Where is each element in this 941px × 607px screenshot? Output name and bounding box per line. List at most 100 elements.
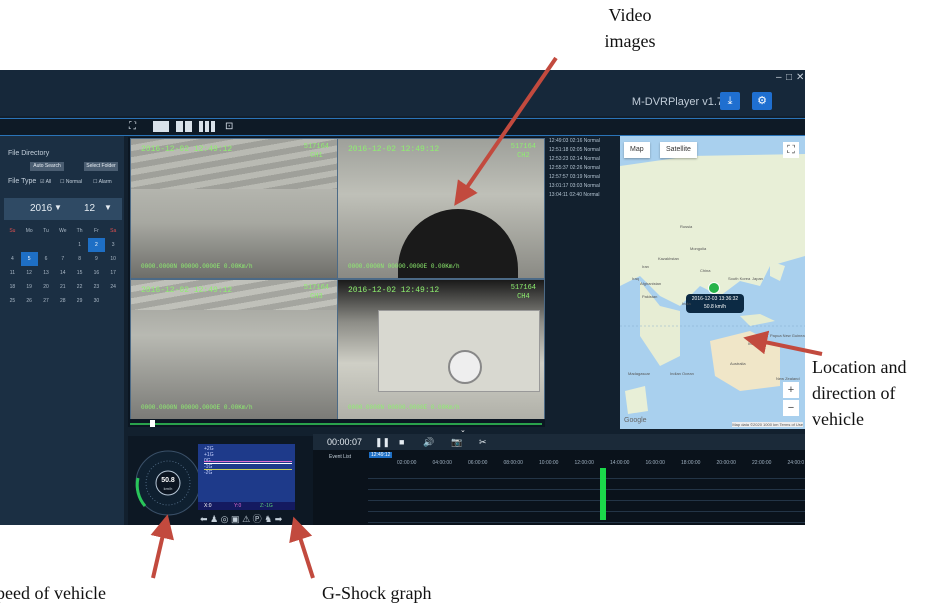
event-item[interactable]: 13:01:17 03:03 Normal xyxy=(547,182,617,191)
month-value[interactable]: 12 xyxy=(84,203,95,214)
calendar-day[interactable]: 22 xyxy=(71,280,88,294)
collapse-chevron-icon[interactable]: ⌄ xyxy=(460,426,466,434)
event-item[interactable]: 13:04:11 02:40 Normal xyxy=(547,191,617,200)
calendar-day[interactable]: 30 xyxy=(88,294,105,308)
tab-map[interactable]: Map xyxy=(624,142,650,158)
gshock-line-x xyxy=(204,461,292,462)
map-footer: Map data ©2020 1000 km Terms of Use xyxy=(732,422,803,427)
parking-icon: Ⓟ xyxy=(252,514,262,524)
map-place-label: Russia xyxy=(680,224,693,229)
camera-gps-readout: 0000.0000N 00000.0000E 0.00Km/h xyxy=(348,263,460,270)
zoom-in-button[interactable]: + xyxy=(783,382,799,398)
right-turn-icon: ➡ xyxy=(274,514,283,524)
event-item[interactable]: 12:57:57 03:19 Normal xyxy=(547,173,617,182)
calendar-day[interactable]: 27 xyxy=(38,294,55,308)
map-place-label: Kazakhstan xyxy=(658,256,679,261)
calendar-day[interactable]: 13 xyxy=(38,266,55,280)
checkbox-all[interactable]: ☑ All xyxy=(40,179,51,185)
map-view[interactable]: Map Satellite ⛶ 2016-12-03 13:36:32 50.8… xyxy=(620,136,805,429)
event-item[interactable]: 12:55:37 02:26 Normal xyxy=(547,164,617,173)
map-place-label: Indonesia xyxy=(748,341,766,346)
maximize-button[interactable]: □ xyxy=(786,72,792,83)
year-dropdown-icon[interactable]: ▼ xyxy=(54,203,62,212)
vehicle-marker[interactable] xyxy=(708,282,720,294)
screen-icon[interactable]: ⊡ xyxy=(225,121,233,132)
camera-icon[interactable]: 📷 xyxy=(451,434,462,450)
camera-gps-readout: 0000.0000N 00000.0000E 0.00Km/h xyxy=(141,404,253,411)
calendar-day[interactable]: 2 xyxy=(87,238,105,252)
current-time-label: 12:49:12 xyxy=(369,452,393,458)
timeline-tick: 24:00:0 xyxy=(787,460,805,466)
volume-icon[interactable]: 🔊 xyxy=(423,434,434,450)
timeline-tick: 06:00:00 xyxy=(468,460,488,466)
camera-channel-id: 517164 CH4 xyxy=(510,284,536,301)
calendar-day[interactable]: 8 xyxy=(71,252,88,266)
calendar-day[interactable]: 11 xyxy=(4,266,21,280)
seek-handle[interactable] xyxy=(150,420,155,427)
calendar-day[interactable]: 7 xyxy=(54,252,71,266)
calendar-day[interactable]: 29 xyxy=(71,294,88,308)
event-item[interactable]: 12:49:03 02:16 Normal xyxy=(547,137,617,146)
calendar-day[interactable]: 1 xyxy=(71,238,88,252)
calendar-day[interactable]: 10 xyxy=(105,252,122,266)
weekday-label: Fr xyxy=(94,228,99,234)
calendar-day[interactable]: 4 xyxy=(4,252,21,266)
select-folder-button[interactable]: Select Folder xyxy=(84,162,118,171)
year-value[interactable]: 2016 xyxy=(30,203,52,214)
calendar-day[interactable]: 26 xyxy=(21,294,38,308)
scissors-icon[interactable]: ✂ xyxy=(479,434,487,450)
calendar-day[interactable]: 6 xyxy=(38,252,55,266)
minimize-button[interactable]: – xyxy=(776,72,782,83)
calendar-day[interactable]: 16 xyxy=(88,266,105,280)
calendar-day[interactable]: 9 xyxy=(88,252,105,266)
month-dropdown-icon[interactable]: ▼ xyxy=(104,203,112,212)
calendar-day[interactable]: 24 xyxy=(105,280,122,294)
calendar-day[interactable]: 5 xyxy=(20,252,38,266)
quad-view-icon[interactable] xyxy=(176,121,192,132)
calendar-day[interactable]: 25 xyxy=(4,294,21,308)
calendar-day[interactable]: 18 xyxy=(4,280,21,294)
map-place-label: Afghanistan xyxy=(640,281,662,286)
event-item[interactable]: 12:51:18 02:05 Normal xyxy=(547,146,617,155)
gear-icon[interactable]: ⚙ xyxy=(752,92,772,110)
auto-search-button[interactable]: Auto Search xyxy=(30,162,64,171)
event-timeline: Event List 12:49:12 02:00:00 04:00:00 06:0… xyxy=(313,450,805,525)
tab-satellite[interactable]: Satellite xyxy=(660,142,697,158)
single-view-icon[interactable] xyxy=(153,121,169,132)
calendar-day[interactable]: 14 xyxy=(54,266,71,280)
calendar-day[interactable]: 28 xyxy=(54,294,71,308)
nine-view-icon[interactable] xyxy=(199,121,215,132)
pause-icon[interactable]: ❚❚ xyxy=(375,434,390,450)
calendar-day[interactable]: 12 xyxy=(21,266,38,280)
calendar-day[interactable]: 3 xyxy=(105,238,122,252)
seek-bar[interactable] xyxy=(128,419,545,427)
calendar: Su Mo Tu We Th Fr Sa 1 2 3 4 5 6 7 8 9 10 11 12 13 14 15 16 17 1… xyxy=(4,224,122,308)
checkbox-normal[interactable]: ☐ Normal xyxy=(60,179,82,185)
calendar-day[interactable]: 20 xyxy=(38,280,55,294)
calendar-day[interactable]: 17 xyxy=(105,266,122,280)
brake-icon: ◎ xyxy=(220,514,229,524)
camera-view-4[interactable]: 2016-12-02 12:49:12 517164 CH4 0000.0000… xyxy=(337,279,545,420)
fullscreen-icon[interactable]: ⛶ xyxy=(129,121,136,132)
calendar-day[interactable]: 19 xyxy=(21,280,38,294)
timeline-event-marker[interactable] xyxy=(600,468,606,520)
year-month-selector: 2016 ▼ 12 ▼ xyxy=(4,198,122,220)
stop-icon[interactable]: ■ xyxy=(399,434,404,450)
camera-view-3[interactable]: 2016-12-02 12:49:12 517164 CH3 0000.0000… xyxy=(130,279,338,420)
fullscreen-map-icon[interactable]: ⛶ xyxy=(783,142,799,158)
camera-channel-id: 517164 CH2 xyxy=(510,143,536,160)
checkbox-alarm[interactable]: ☐ Alarm xyxy=(93,179,112,185)
seek-track xyxy=(130,423,542,425)
calendar-day[interactable]: 15 xyxy=(71,266,88,280)
camera-view-1[interactable]: 2016-12-02 12:49:12 517164 CH1 0000.0000… xyxy=(130,138,338,279)
event-item[interactable]: 12:53:23 02:14 Normal xyxy=(547,155,617,164)
download-icon[interactable]: ⤓ xyxy=(720,92,740,110)
zoom-out-button[interactable]: − xyxy=(783,400,799,416)
calendar-day[interactable]: 23 xyxy=(88,280,105,294)
close-button[interactable]: ✕ xyxy=(796,72,804,83)
timeline-tick: 16:00:00 xyxy=(645,460,665,466)
calendar-day[interactable]: 21 xyxy=(54,280,71,294)
vehicle-popup: 2016-12-03 13:36:32 50.8 km/h xyxy=(686,294,744,313)
calendar-day xyxy=(54,238,71,252)
camera-view-2[interactable]: 2016-12-02 12:49:12 517164 CH2 0000.0000… xyxy=(337,138,545,279)
